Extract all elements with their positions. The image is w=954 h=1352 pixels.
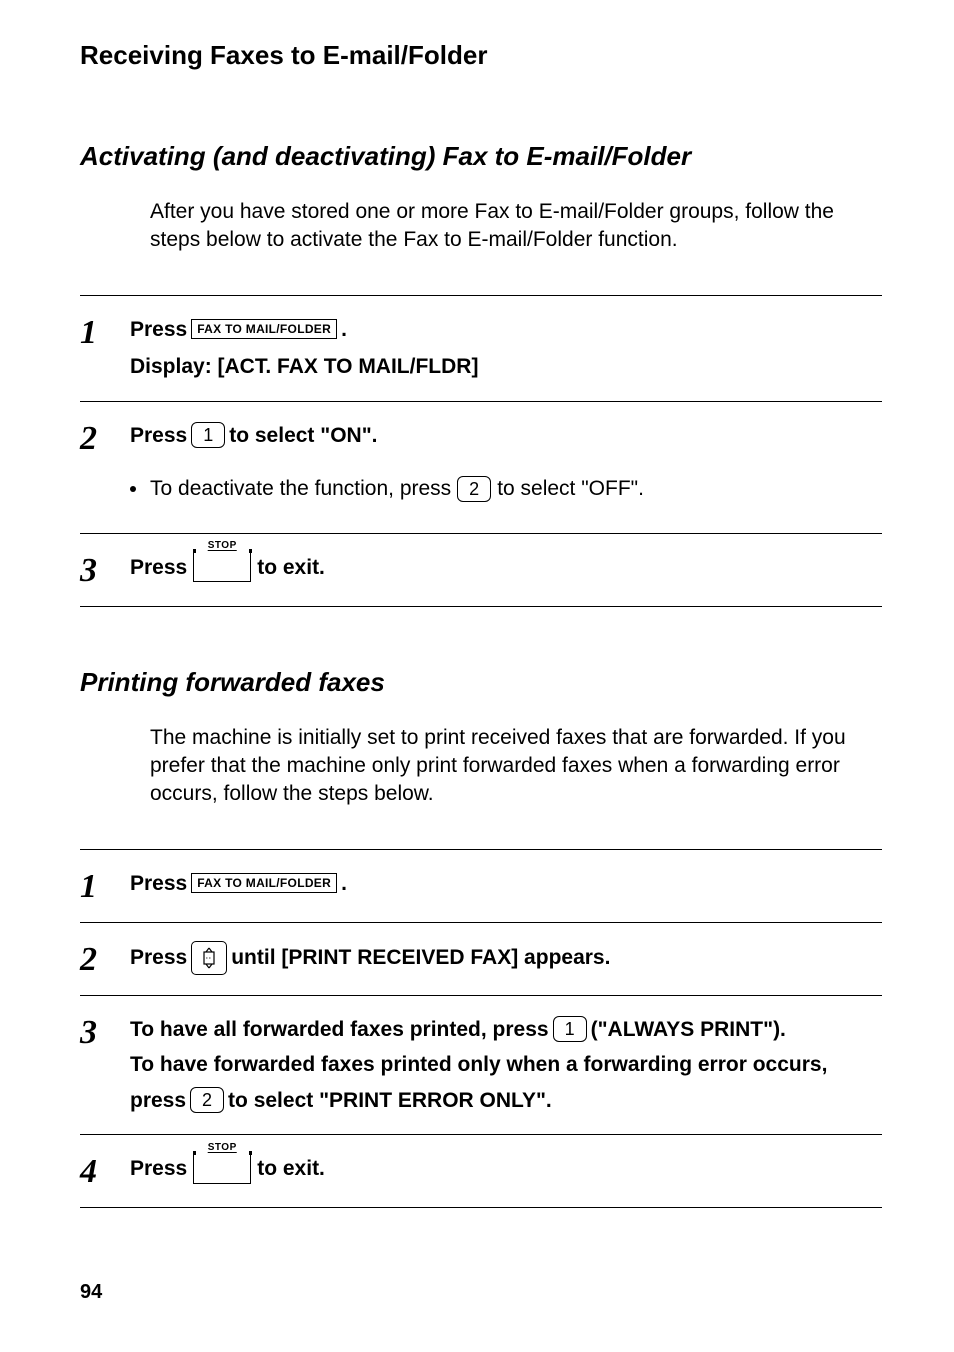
step-body: Press FAX TO MAIL/FOLDER .	[130, 868, 882, 904]
section1-steps: 1 Press FAX TO MAIL/FOLDER . Display: [A…	[80, 295, 882, 607]
step-row: 3 To have all forwarded faxes printed, p…	[80, 996, 882, 1136]
section-heading-printing: Printing forwarded faxes	[80, 667, 882, 698]
step-number: 2	[80, 420, 130, 515]
step-row: 2 Press 1 to select "ON". To deactivate …	[80, 402, 882, 534]
stop-key: STOP	[193, 1154, 251, 1184]
step-text: Press	[130, 420, 187, 452]
step-text: Press	[130, 314, 187, 346]
step-text: press	[130, 1085, 186, 1117]
page-number: 94	[80, 1281, 102, 1304]
key-2: 2	[190, 1087, 224, 1113]
step-text: to exit.	[257, 1153, 325, 1185]
step-body: Press until [PRINT RECEIVED FAX] appears…	[130, 941, 882, 977]
step-row: 2 Press until [PRINT RECEIVED FAX] appea…	[80, 923, 882, 996]
step-row: 1 Press FAX TO MAIL/FOLDER .	[80, 850, 882, 923]
step-text: ("ALWAYS PRINT").	[591, 1014, 786, 1046]
key-2: 2	[457, 476, 491, 502]
section2-intro: The machine is initially set to print re…	[150, 724, 882, 809]
step-text: .	[341, 314, 347, 346]
section-heading-activating: Activating (and deactivating) Fax to E-m…	[80, 141, 882, 172]
bullet-icon	[130, 486, 136, 492]
fax-to-mail-folder-key: FAX TO MAIL/FOLDER	[191, 873, 337, 893]
step-number: 3	[80, 1014, 130, 1117]
stop-key-label: STOP	[194, 1140, 250, 1155]
arrow-key-icon	[191, 941, 227, 975]
section1-intro: After you have stored one or more Fax to…	[150, 198, 882, 255]
step-body: Press STOP to exit.	[130, 552, 882, 588]
page-header: Receiving Faxes to E-mail/Folder	[80, 40, 882, 71]
fax-to-mail-folder-key: FAX TO MAIL/FOLDER	[191, 319, 337, 339]
sub-bullet: To deactivate the function, press 2 to s…	[130, 473, 882, 505]
step-text: to select "PRINT ERROR ONLY".	[228, 1085, 552, 1117]
step-number: 1	[80, 868, 130, 904]
step-text: To have forwarded faxes printed only whe…	[130, 1049, 882, 1081]
section2-steps: 1 Press FAX TO MAIL/FOLDER . 2 Press	[80, 849, 882, 1209]
step-number: 3	[80, 552, 130, 588]
step-row: 4 Press STOP to exit.	[80, 1135, 882, 1207]
step-number: 1	[80, 314, 130, 383]
step-body: Press FAX TO MAIL/FOLDER . Display: [ACT…	[130, 314, 882, 383]
stop-key-label: STOP	[194, 538, 250, 553]
step-row: 1 Press FAX TO MAIL/FOLDER . Display: [A…	[80, 296, 882, 402]
step-row: 3 Press STOP to exit.	[80, 534, 882, 606]
stop-key: STOP	[193, 552, 251, 582]
step-body: Press STOP to exit.	[130, 1153, 882, 1189]
bullet-text: to select "OFF".	[497, 473, 644, 505]
display-output: Display: [ACT. FAX TO MAIL/FLDR]	[130, 351, 882, 383]
step-text: until [PRINT RECEIVED FAX] appears.	[231, 942, 610, 974]
bullet-text: To deactivate the function, press	[150, 473, 451, 505]
step-text: .	[341, 868, 347, 900]
step-text: Press	[130, 942, 187, 974]
key-1: 1	[553, 1016, 587, 1042]
step-body: To have all forwarded faxes printed, pre…	[130, 1014, 882, 1117]
key-1: 1	[191, 422, 225, 448]
step-number: 2	[80, 941, 130, 977]
step-number: 4	[80, 1153, 130, 1189]
step-text: To have all forwarded faxes printed, pre…	[130, 1014, 549, 1046]
step-text: Press	[130, 552, 187, 584]
step-text: to select "ON".	[229, 420, 377, 452]
step-text: Press	[130, 868, 187, 900]
step-body: Press 1 to select "ON". To deactivate th…	[130, 420, 882, 515]
step-text: Press	[130, 1153, 187, 1185]
step-text: to exit.	[257, 552, 325, 584]
